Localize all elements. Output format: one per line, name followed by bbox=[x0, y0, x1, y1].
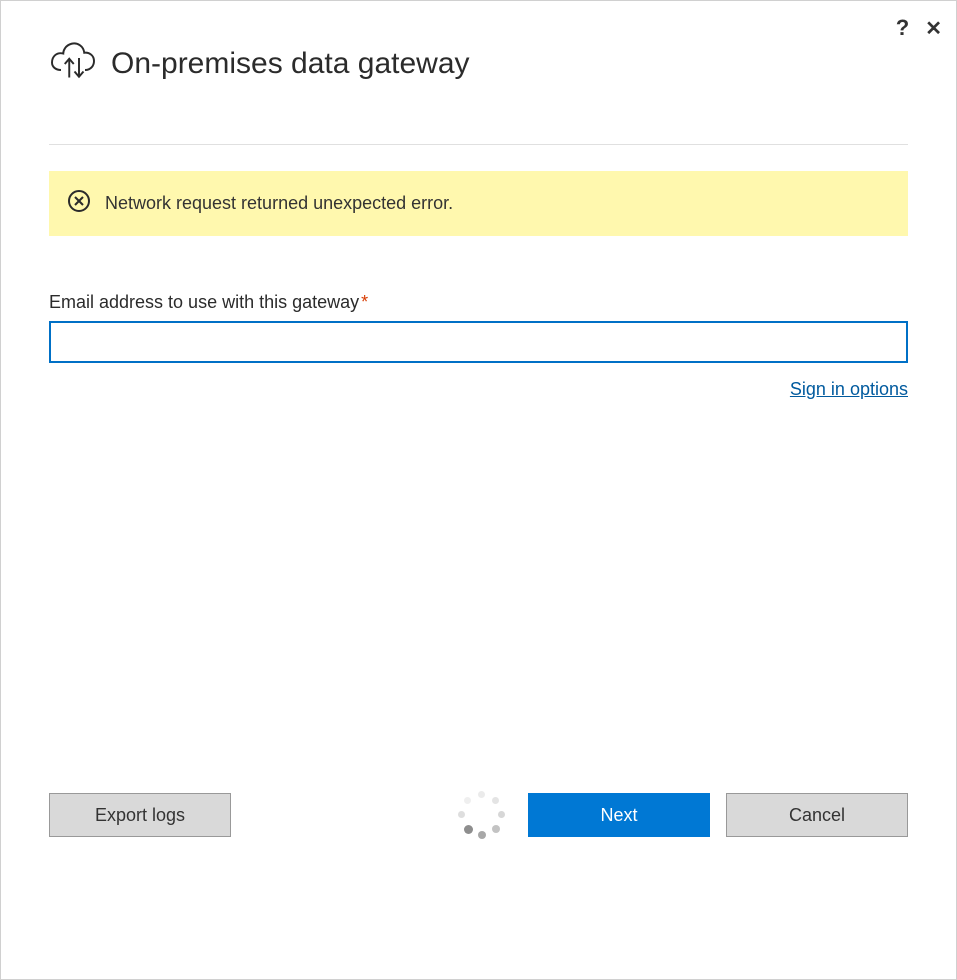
email-field[interactable] bbox=[49, 321, 908, 363]
email-label: Email address to use with this gateway* bbox=[49, 292, 908, 313]
form-section: Email address to use with this gateway* … bbox=[49, 292, 908, 400]
page-title: On-premises data gateway bbox=[111, 47, 470, 81]
error-circle-icon bbox=[67, 189, 91, 218]
warning-text: Network request returned unexpected erro… bbox=[105, 193, 453, 214]
sign-in-options-link[interactable]: Sign in options bbox=[790, 379, 908, 399]
titlebar: ? ✕ bbox=[896, 15, 942, 41]
header: On-premises data gateway bbox=[1, 1, 956, 96]
loading-spinner-icon bbox=[458, 791, 506, 839]
email-label-text: Email address to use with this gateway bbox=[49, 292, 359, 312]
export-logs-button[interactable]: Export logs bbox=[49, 793, 231, 837]
required-marker: * bbox=[361, 292, 368, 312]
divider bbox=[49, 144, 908, 145]
cloud-arrows-icon bbox=[49, 37, 97, 90]
next-button[interactable]: Next bbox=[528, 793, 710, 837]
close-icon[interactable]: ✕ bbox=[925, 16, 942, 41]
cancel-button[interactable]: Cancel bbox=[726, 793, 908, 837]
footer: Export logs Next Cancel bbox=[1, 791, 956, 979]
warning-banner: Network request returned unexpected erro… bbox=[49, 171, 908, 236]
help-icon[interactable]: ? bbox=[896, 15, 909, 41]
gateway-installer-window: ? ✕ On-premises data gateway bbox=[0, 0, 957, 980]
